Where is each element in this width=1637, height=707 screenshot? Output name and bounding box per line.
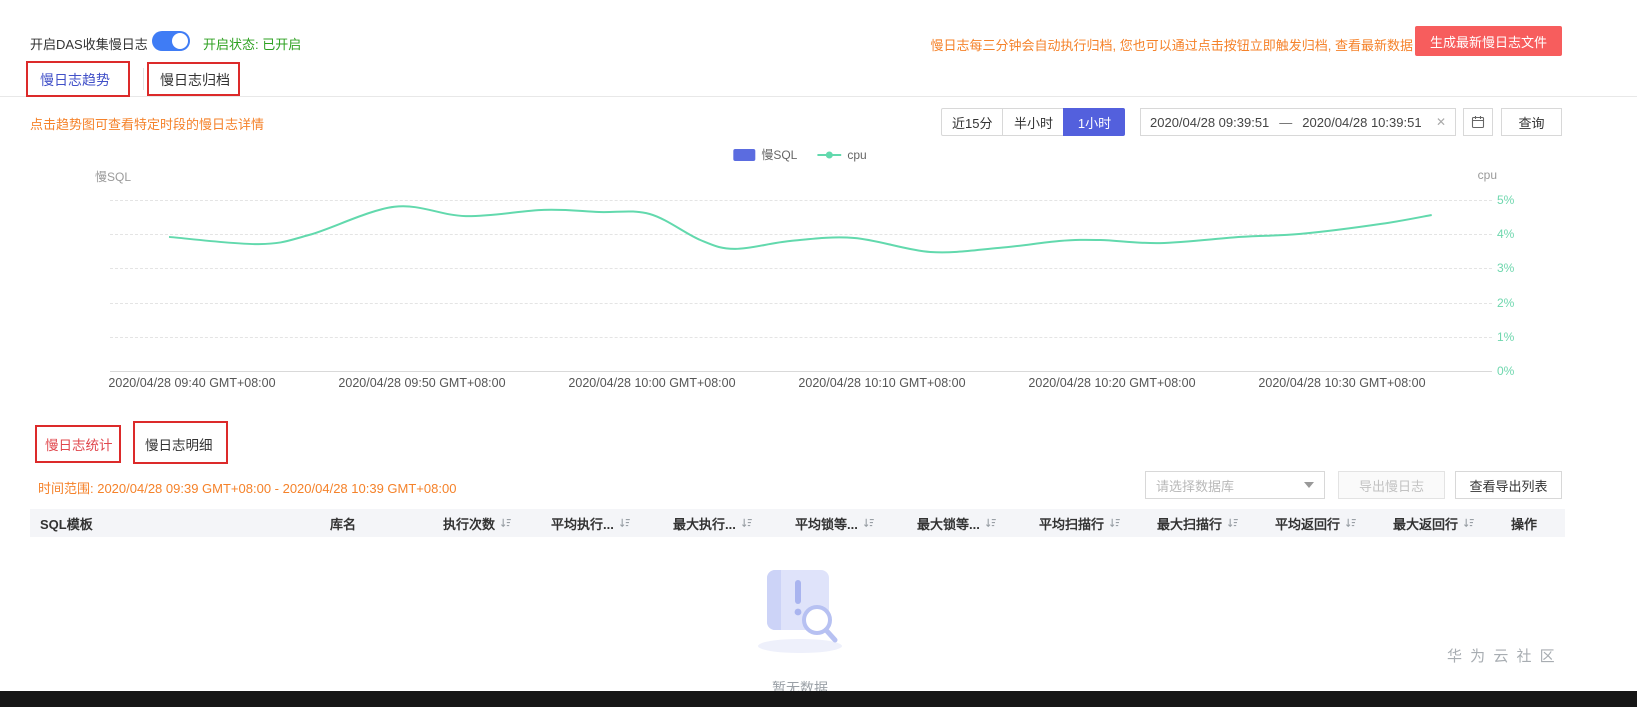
column-header-最大扫描行[interactable]: 最大扫描行 <box>1147 509 1265 537</box>
legend-label: 慢SQL <box>761 148 798 162</box>
sort-icon[interactable] <box>1463 517 1475 529</box>
sort-icon[interactable] <box>500 517 512 529</box>
calendar-icon <box>1471 116 1485 129</box>
y-axis-tick: 0% <box>1497 364 1515 378</box>
column-header-平均锁等[interactable]: 平均锁等... <box>785 509 907 537</box>
tab-separator <box>143 68 144 90</box>
tabbar-bottom-divider <box>0 96 1637 97</box>
clear-date-icon[interactable]: ✕ <box>1436 115 1446 129</box>
sort-icon[interactable] <box>741 517 753 529</box>
gridline <box>110 336 1492 338</box>
x-axis-tick: 2020/04/28 10:10 GMT+08:00 <box>798 376 966 390</box>
gridline <box>110 200 1492 201</box>
view-export-list-button[interactable]: 查看导出列表 <box>1455 471 1562 499</box>
column-label: 最大扫描行 <box>1157 516 1223 532</box>
y-axis-tick: 4% <box>1497 227 1515 242</box>
legend-line-dot-icon <box>817 151 842 158</box>
annotation-box-trend-tab <box>26 61 130 97</box>
legend-item-cpu[interactable]: cpu <box>817 147 867 162</box>
query-button[interactable]: 查询 <box>1501 108 1562 136</box>
trend-hint-text: 点击趋势图可查看特定时段的慢日志详情 <box>30 117 265 132</box>
column-label: 平均锁等... <box>795 516 858 532</box>
chevron-down-icon <box>1304 482 1314 488</box>
column-label: 库名 <box>330 516 357 532</box>
stats-time-range-text: 时间范围: 2020/04/28 09:39 GMT+08:00 - 2020/… <box>38 481 457 496</box>
sort-icon[interactable] <box>619 517 631 529</box>
annotation-box-detail-tab <box>133 421 228 464</box>
calendar-picker-button[interactable] <box>1463 108 1493 136</box>
column-header-库名: 库名 <box>320 509 433 537</box>
column-header-SQL模板: SQL模板 <box>30 509 320 537</box>
range-button-近15分[interactable]: 近15分 <box>941 108 1004 136</box>
column-header-执行次数[interactable]: 执行次数 <box>433 509 541 537</box>
column-header-最大执行[interactable]: 最大执行... <box>663 509 785 537</box>
date-start-value: 2020/04/28 09:39:51 <box>1150 114 1270 130</box>
date-range-input[interactable]: 2020/04/28 09:39:51 — 2020/04/28 10:39:5… <box>1140 108 1456 136</box>
database-select-placeholder: 请选择数据库 <box>1156 478 1235 494</box>
sort-icon[interactable] <box>1227 517 1239 529</box>
x-axis-tick: 2020/04/28 09:50 GMT+08:00 <box>338 376 506 390</box>
das-toggle-label: 开启DAS收集慢日志 <box>30 37 148 52</box>
time-range-button-group: 近15分 半小时 1小时 <box>941 108 1126 136</box>
gridline <box>110 371 1492 372</box>
y-axis-tick: 3% <box>1497 261 1515 276</box>
column-label: 最大锁等... <box>917 516 980 532</box>
column-header-操作: 操作 <box>1501 509 1563 537</box>
slow-log-table-header: SQL模板 库名 执行次数 平均执行... 最大执行... 平均锁等... 最大锁等... 平… <box>30 509 1565 537</box>
bottom-edge-bar <box>0 691 1637 707</box>
empty-state-illustration <box>758 570 842 653</box>
community-watermark: 华 为 云 社 区 <box>1447 648 1557 665</box>
x-axis-tick: 2020/04/28 09:40 GMT+08:00 <box>108 376 276 390</box>
annotation-box-statistics-tab <box>35 425 121 463</box>
legend-rect-icon <box>733 148 756 161</box>
sort-icon[interactable] <box>1345 517 1357 529</box>
column-header-平均扫描行[interactable]: 平均扫描行 <box>1029 509 1147 537</box>
gridline <box>110 234 1492 236</box>
right-axis-label: cpu <box>1477 168 1497 182</box>
das-slow-log-page: 开启DAS收集慢日志 开启状态: 已开启 慢日志每三分钟会自动执行归档, 您也可… <box>0 0 1637 707</box>
column-header-平均返回行[interactable]: 平均返回行 <box>1265 509 1383 537</box>
column-label: 操作 <box>1511 516 1538 532</box>
slow-log-trend-chart[interactable]: 慢SQL cpu 5% 4% 3% 2% 1% 0% 2020/04/28 09:40 G… <box>85 163 1515 403</box>
sort-icon[interactable] <box>1109 517 1121 529</box>
x-axis-tick: 2020/04/28 10:30 GMT+08:00 <box>1258 376 1426 390</box>
y-axis-tick: 5% <box>1497 193 1515 207</box>
column-header-最大锁等[interactable]: 最大锁等... <box>907 509 1029 537</box>
column-label: 最大返回行 <box>1393 516 1459 532</box>
column-label: 平均返回行 <box>1275 516 1341 532</box>
column-label: 执行次数 <box>443 516 496 532</box>
toggle-status-text: 开启状态: 已开启 <box>203 37 302 52</box>
y-axis-tick: 2% <box>1497 295 1515 310</box>
column-label: SQL模板 <box>40 516 93 532</box>
archive-notice-text: 慢日志每三分钟会自动执行归档, 您也可以通过点击按钮立即触发归档, 查看最新数据 <box>930 38 1413 53</box>
das-collect-toggle[interactable] <box>152 31 190 51</box>
generate-slow-log-button[interactable]: 生成最新慢日志文件 <box>1414 26 1562 56</box>
legend-item-慢SQL[interactable]: 慢SQL <box>733 146 797 163</box>
gridline <box>110 302 1492 304</box>
sort-icon[interactable] <box>985 517 997 529</box>
column-label: 平均执行... <box>551 516 614 532</box>
toggle-knob-icon <box>172 33 188 49</box>
x-axis-tick: 2020/04/28 10:00 GMT+08:00 <box>568 376 736 390</box>
y-axis-tick: 1% <box>1497 329 1515 344</box>
legend-label: cpu <box>847 147 867 162</box>
left-axis-label: 慢SQL <box>95 170 132 184</box>
sort-icon[interactable] <box>863 517 875 529</box>
gridline <box>110 268 1492 270</box>
x-axis-tick: 2020/04/28 10:20 GMT+08:00 <box>1028 376 1196 390</box>
cpu-line-chart-svg <box>168 205 1432 254</box>
column-header-最大返回行[interactable]: 最大返回行 <box>1383 509 1501 537</box>
date-end-value: 2020/04/28 10:39:51 <box>1302 114 1422 130</box>
database-select[interactable]: 请选择数据库 <box>1145 471 1325 499</box>
column-label: 平均扫描行 <box>1039 516 1105 532</box>
export-slow-log-button[interactable]: 导出慢日志 <box>1338 471 1445 499</box>
range-button-1小时[interactable]: 1小时 <box>1063 108 1126 136</box>
column-header-平均执行[interactable]: 平均执行... <box>541 509 663 537</box>
chart-legend: 慢SQL cpu <box>733 146 867 163</box>
annotation-box-archive-tab <box>147 62 240 96</box>
column-label: 最大执行... <box>673 516 736 532</box>
range-button-半小时[interactable]: 半小时 <box>1002 108 1065 136</box>
cpu-line-series <box>168 205 1432 254</box>
date-separator: — <box>1279 114 1293 130</box>
